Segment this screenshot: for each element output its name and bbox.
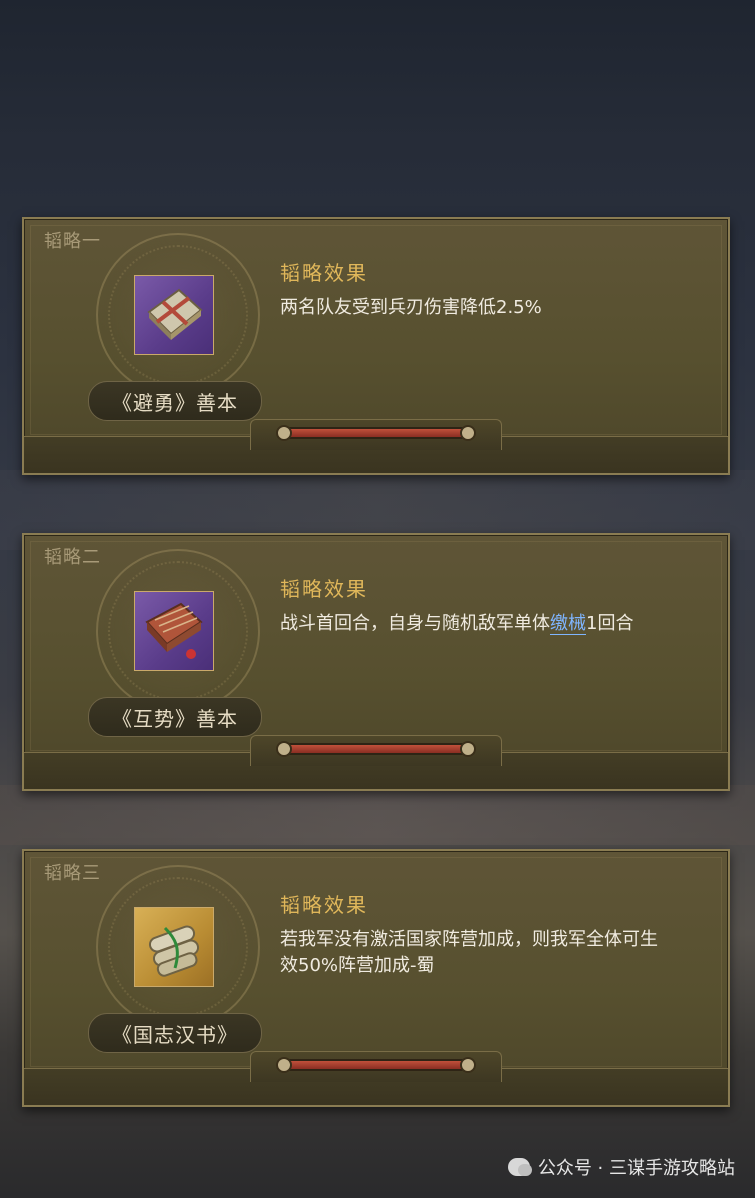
effect-text-part: 1回合 <box>586 613 634 634</box>
strategy-card-1[interactable]: 韬略一 《避勇》善本 韬略效果 两名队友受到兵刃伤害降低2.5% <box>22 217 730 475</box>
strategy-tag: 韬略一 <box>44 231 101 252</box>
strategy-card-2[interactable]: 韬略二 《互势》善本 韬略效果 战斗首回合，自身与随机敌军单体缴械1回合 <box>22 533 730 791</box>
effect-title: 韬略效果 <box>280 577 368 601</box>
effect-description: 战斗首回合，自身与随机敌军单体缴械1回合 <box>280 611 700 637</box>
background-wall-lower <box>0 785 755 845</box>
wechat-icon <box>507 1158 532 1176</box>
red-progress-bar <box>276 1057 476 1073</box>
book-name-button[interactable]: 《互势》善本 <box>88 697 262 737</box>
purple-book-icon[interactable] <box>134 275 214 355</box>
strategy-tag: 韬略二 <box>44 547 101 568</box>
book-name-button[interactable]: 《国志汉书》 <box>88 1013 262 1053</box>
purple-book-icon[interactable] <box>134 591 214 671</box>
card-footer <box>24 1051 728 1105</box>
effect-text-part: 若我军没有激活国家阵营加成，则我军全体可生效50%阵营加成-蜀 <box>280 929 658 976</box>
effect-title: 韬略效果 <box>280 261 368 285</box>
watermark: 公众号 · 三谋手游攻略站 <box>507 1154 735 1180</box>
red-progress-bar <box>276 425 476 441</box>
effect-title: 韬略效果 <box>280 893 368 917</box>
strategy-tag: 韬略三 <box>44 863 101 884</box>
effect-description: 两名队友受到兵刃伤害降低2.5% <box>280 295 700 321</box>
card-footer <box>24 419 728 473</box>
effect-text-part: 战斗首回合，自身与随机敌军单体 <box>280 613 550 634</box>
book-name-button[interactable]: 《避勇》善本 <box>88 381 262 421</box>
keyword-link[interactable]: 缴械 <box>550 613 586 635</box>
card-footer <box>24 735 728 789</box>
red-progress-bar <box>276 741 476 757</box>
gold-scroll-icon[interactable] <box>134 907 214 987</box>
effect-text-part: 两名队友受到兵刃伤害降低2.5% <box>280 297 542 318</box>
effect-description: 若我军没有激活国家阵营加成，则我军全体可生效50%阵营加成-蜀 <box>280 927 675 979</box>
watermark-text: 公众号 · 三谋手游攻略站 <box>537 1158 735 1179</box>
strategy-card-3[interactable]: 韬略三 《国志汉书》 韬略效果 若我军没有激活国家阵营加成，则我军全体可生效50… <box>22 849 730 1107</box>
